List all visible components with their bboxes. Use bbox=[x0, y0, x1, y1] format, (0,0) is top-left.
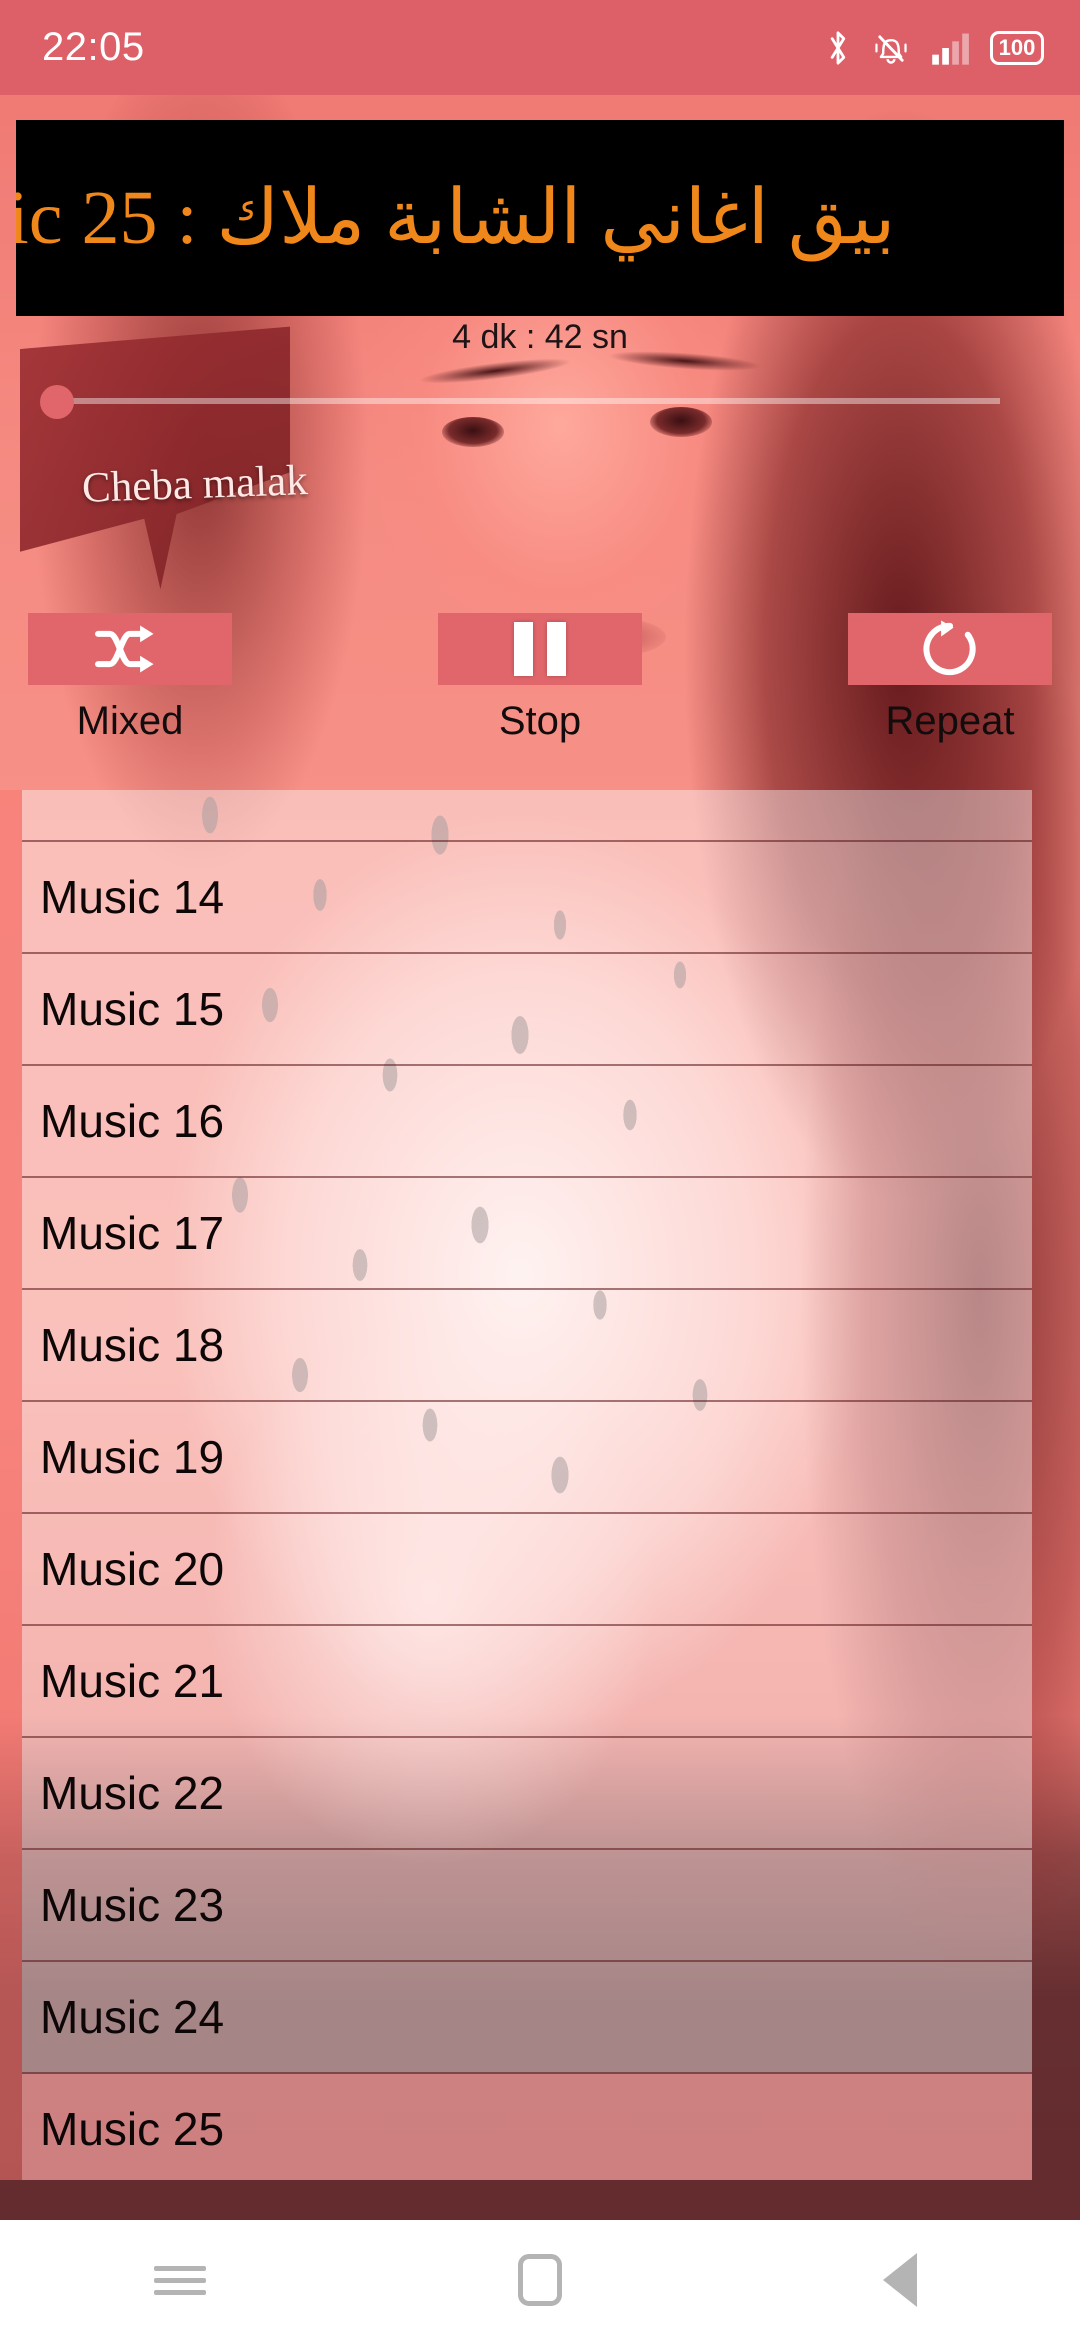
home-square-icon bbox=[518, 2254, 562, 2306]
pause-icon bbox=[514, 622, 566, 676]
repeat-button[interactable] bbox=[848, 613, 1052, 685]
stop-button[interactable] bbox=[438, 613, 642, 685]
playlist-row[interactable]: Music 14 bbox=[22, 842, 1032, 954]
face-detail bbox=[419, 345, 761, 535]
app-screen: 22:05 100 Cheba malak بيق اغاني الشابة م… bbox=[0, 0, 1080, 2340]
eyebrow-left bbox=[419, 353, 571, 389]
playlist-row-label: Music 13 bbox=[40, 790, 224, 796]
playlist-row[interactable]: Music 16 bbox=[22, 1066, 1032, 1178]
battery-icon: 100 bbox=[990, 30, 1044, 65]
repeat-icon bbox=[918, 617, 982, 681]
playlist-row[interactable]: Music 13 bbox=[22, 790, 1032, 842]
status-bar: 22:05 100 bbox=[0, 0, 1080, 95]
playlist-row-label: Music 17 bbox=[40, 1207, 225, 1259]
shuffle-control[interactable]: Mixed bbox=[28, 613, 232, 744]
back-triangle-icon bbox=[883, 2253, 917, 2307]
playlist-row[interactable]: Music 17 bbox=[22, 1178, 1032, 1290]
menu-icon bbox=[154, 2259, 206, 2302]
bluetooth-icon bbox=[824, 28, 852, 68]
track-duration: 4 dk : 42 sn bbox=[452, 318, 628, 356]
track-title-text: بيق اغاني الشابة ملاك : 25 sic bbox=[16, 176, 896, 260]
android-nav-bar bbox=[0, 2220, 1080, 2340]
playlist-row-label: Music 18 bbox=[40, 1319, 225, 1371]
playlist-row-label: Music 16 bbox=[40, 1095, 225, 1147]
playlist-row[interactable]: Music 25 bbox=[22, 2074, 1032, 2180]
nav-home-button[interactable] bbox=[460, 2220, 620, 2340]
playlist-row-label: Music 23 bbox=[40, 1879, 225, 1931]
playlist-row-label: Music 14 bbox=[40, 871, 225, 923]
playlist-row[interactable]: Music 24 bbox=[22, 1962, 1032, 2074]
nav-menu-button[interactable] bbox=[100, 2220, 260, 2340]
playlist[interactable]: Music 13 Music 14 Music 15 Music 16 Music 17… bbox=[22, 790, 1032, 2180]
playlist-row-label: Music 19 bbox=[40, 1431, 225, 1483]
album-tag-label: Cheba malak bbox=[81, 457, 309, 512]
nav-back-button[interactable] bbox=[820, 2220, 980, 2340]
eye-right bbox=[650, 407, 712, 437]
repeat-label: Repeat bbox=[885, 699, 1015, 743]
status-time: 22:05 bbox=[42, 25, 145, 69]
signal-bars-icon bbox=[930, 30, 970, 66]
stop-control[interactable]: Stop bbox=[438, 613, 642, 744]
status-icon-group: 100 bbox=[824, 28, 1044, 68]
seek-thumb[interactable] bbox=[40, 385, 74, 419]
battery-level: 100 bbox=[998, 34, 1036, 60]
playlist-row-label: Music 15 bbox=[40, 983, 225, 1035]
playlist-row-label: Music 20 bbox=[40, 1543, 225, 1595]
playlist-row-label: Music 22 bbox=[40, 1767, 225, 1819]
seek-bar[interactable] bbox=[60, 398, 1000, 404]
playlist-row[interactable]: Music 21 bbox=[22, 1626, 1032, 1738]
playlist-row[interactable]: Music 19 bbox=[22, 1402, 1032, 1514]
shuffle-label: Mixed bbox=[76, 699, 184, 743]
playlist-row[interactable]: Music 18 bbox=[22, 1290, 1032, 1402]
track-title-banner[interactable]: بيق اغاني الشابة ملاك : 25 sic bbox=[16, 120, 1064, 316]
playlist-row[interactable]: Music 15 bbox=[22, 954, 1032, 1066]
shuffle-button[interactable] bbox=[28, 613, 232, 685]
playlist-row-label: Music 25 bbox=[40, 2103, 225, 2155]
player-controls: Mixed Stop Repeat bbox=[28, 613, 1052, 744]
eye-left bbox=[442, 417, 504, 447]
repeat-control[interactable]: Repeat bbox=[848, 613, 1052, 744]
mute-bell-icon bbox=[872, 29, 910, 67]
stop-label: Stop bbox=[498, 699, 582, 743]
playlist-row[interactable]: Music 20 bbox=[22, 1514, 1032, 1626]
shuffle-icon bbox=[93, 622, 167, 676]
playlist-row[interactable]: Music 22 bbox=[22, 1738, 1032, 1850]
playlist-row-label: Music 24 bbox=[40, 1991, 225, 2043]
playlist-row[interactable]: Music 23 bbox=[22, 1850, 1032, 1962]
playlist-row-label: Music 21 bbox=[40, 1655, 225, 1707]
playlist-left-edge bbox=[0, 790, 22, 2180]
